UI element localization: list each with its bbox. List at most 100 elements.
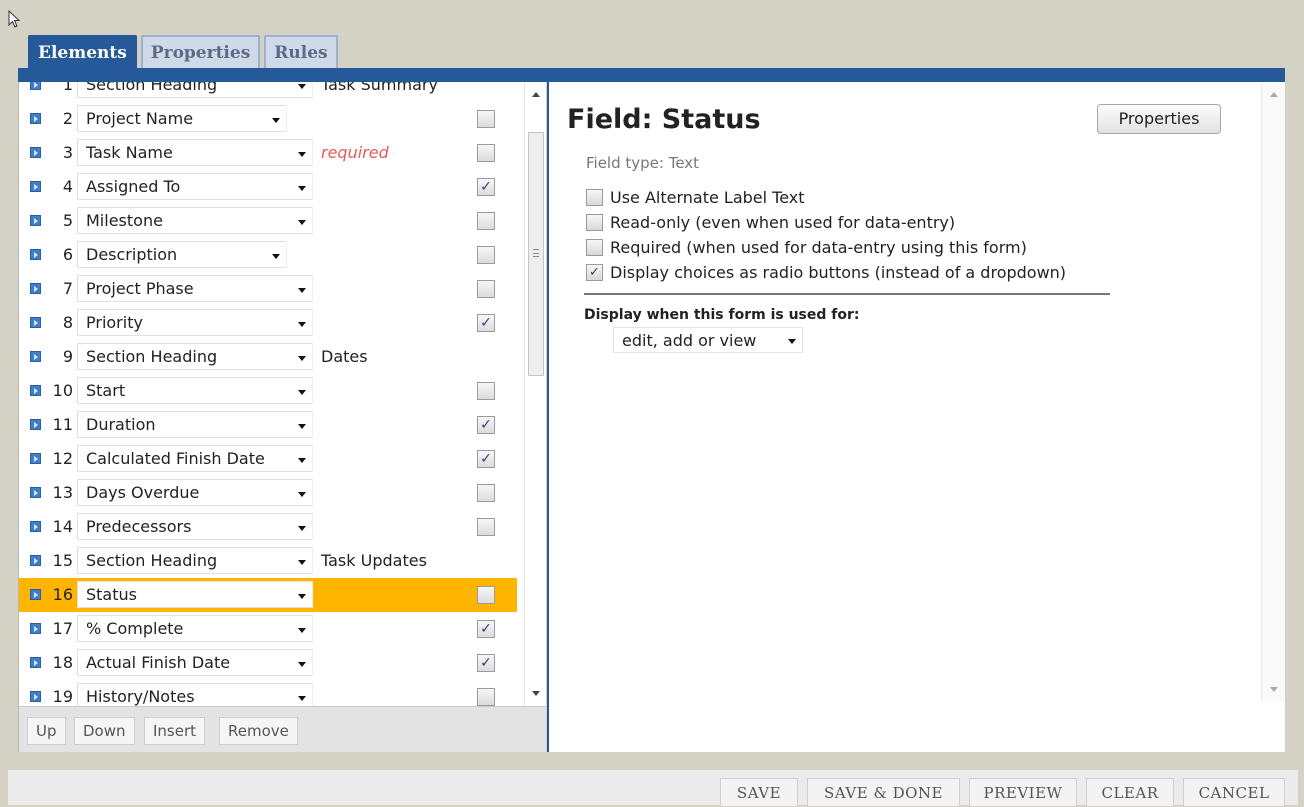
field-select[interactable]: Start <box>77 377 313 404</box>
tab-rules[interactable]: Rules <box>264 35 338 69</box>
required-checkbox[interactable] <box>586 239 603 256</box>
element-row[interactable]: 19 History/Notes <box>19 680 517 706</box>
element-row[interactable]: 12 Calculated Finish Date ✓ <box>19 442 517 476</box>
expand-arrow-icon[interactable] <box>30 657 41 668</box>
field-select[interactable]: Project Name <box>77 105 287 132</box>
field-select-value: Predecessors <box>86 517 192 536</box>
field-select[interactable]: Predecessors <box>77 513 313 540</box>
expand-arrow-icon[interactable] <box>30 589 41 600</box>
element-row[interactable]: 1 Section Heading Task Summary <box>19 82 517 102</box>
element-row[interactable]: 13 Days Overdue <box>19 476 517 510</box>
up-button[interactable]: Up <box>27 717 66 745</box>
row-checkbox[interactable] <box>477 688 495 706</box>
expand-arrow-icon[interactable] <box>30 691 41 702</box>
expand-arrow-icon[interactable] <box>30 487 41 498</box>
insert-button[interactable]: Insert <box>144 717 206 745</box>
expand-arrow-icon[interactable] <box>30 453 41 464</box>
row-checkbox[interactable]: ✓ <box>477 178 495 196</box>
field-select[interactable]: Section Heading <box>77 343 313 370</box>
element-row[interactable]: 11 Duration ✓ <box>19 408 517 442</box>
element-row[interactable]: 2 Project Name <box>19 102 517 136</box>
properties-scrollbar[interactable] <box>1261 82 1285 702</box>
cancel-button[interactable]: CANCEL <box>1183 778 1285 806</box>
field-select[interactable]: History/Notes <box>77 683 313 706</box>
field-select[interactable]: Project Phase <box>77 275 313 302</box>
field-select[interactable]: Actual Finish Date <box>77 649 313 676</box>
expand-arrow-icon[interactable] <box>30 249 41 260</box>
row-checkbox[interactable] <box>477 484 495 502</box>
expand-arrow-icon[interactable] <box>30 351 41 362</box>
element-row[interactable]: 8 Priority ✓ <box>19 306 517 340</box>
element-row[interactable]: 18 Actual Finish Date ✓ <box>19 646 517 680</box>
row-checkbox[interactable]: ✓ <box>477 416 495 434</box>
field-select[interactable]: Priority <box>77 309 313 336</box>
row-checkbox[interactable]: ✓ <box>477 314 495 332</box>
row-checkbox[interactable] <box>477 144 495 162</box>
field-select[interactable]: Calculated Finish Date <box>77 445 313 472</box>
field-select[interactable]: Section Heading <box>77 82 313 98</box>
field-select[interactable]: Task Name <box>77 139 313 166</box>
element-row[interactable]: 16 Status <box>19 578 517 612</box>
properties-button[interactable]: Properties <box>1097 104 1221 134</box>
element-row[interactable]: 4 Assigned To ✓ <box>19 170 517 204</box>
field-select[interactable]: Days Overdue <box>77 479 313 506</box>
field-select[interactable]: Description <box>77 241 287 268</box>
row-checkbox[interactable]: ✓ <box>477 620 495 638</box>
scroll-up-arrow-icon[interactable] <box>532 92 540 97</box>
field-select[interactable]: Section Heading <box>77 547 313 574</box>
row-checkbox[interactable] <box>477 518 495 536</box>
scroll-down-arrow-icon[interactable] <box>532 691 540 696</box>
row-checkbox[interactable]: ✓ <box>477 450 495 468</box>
expand-arrow-icon[interactable] <box>30 113 41 124</box>
element-row[interactable]: 9 Section Heading Dates <box>19 340 517 374</box>
save-button[interactable]: SAVE <box>720 778 798 806</box>
row-checkbox[interactable] <box>477 212 495 230</box>
field-select[interactable]: Assigned To <box>77 173 313 200</box>
row-checkbox[interactable]: ✓ <box>477 654 495 672</box>
row-checkbox[interactable] <box>477 382 495 400</box>
tab-properties[interactable]: Properties <box>140 35 261 69</box>
element-row[interactable]: 10 Start <box>19 374 517 408</box>
element-row[interactable]: 17 % Complete ✓ <box>19 612 517 646</box>
field-select[interactable]: Duration <box>77 411 313 438</box>
field-select[interactable]: Status <box>77 581 313 608</box>
expand-arrow-icon[interactable] <box>30 317 41 328</box>
tab-elements[interactable]: Elements <box>28 35 137 69</box>
expand-arrow-icon[interactable] <box>30 623 41 634</box>
remove-button[interactable]: Remove <box>219 717 298 745</box>
expand-arrow-icon[interactable] <box>30 419 41 430</box>
expand-arrow-icon[interactable] <box>30 82 41 90</box>
expand-arrow-icon[interactable] <box>30 521 41 532</box>
down-button[interactable]: Down <box>74 717 135 745</box>
element-row[interactable]: 3 Task Name required <box>19 136 517 170</box>
element-row[interactable]: 6 Description <box>19 238 517 272</box>
element-row[interactable]: 5 Milestone <box>19 204 517 238</box>
field-select[interactable]: % Complete <box>77 615 313 642</box>
save-and-done-button[interactable]: SAVE & DONE <box>807 778 960 806</box>
expand-arrow-icon[interactable] <box>30 215 41 226</box>
row-checkbox[interactable] <box>477 110 495 128</box>
element-row[interactable]: 15 Section Heading Task Updates <box>19 544 517 578</box>
scrollbar-thumb[interactable] <box>528 132 544 376</box>
chevron-down-icon <box>272 254 280 259</box>
alternate-label-checkbox[interactable] <box>586 189 603 206</box>
element-row[interactable]: 7 Project Phase <box>19 272 517 306</box>
element-row[interactable]: 14 Predecessors <box>19 510 517 544</box>
display-when-select[interactable]: edit, add or view <box>613 327 803 353</box>
row-checkbox[interactable] <box>477 586 495 604</box>
preview-button[interactable]: PREVIEW <box>969 778 1077 806</box>
expand-arrow-icon[interactable] <box>30 181 41 192</box>
expand-arrow-icon[interactable] <box>30 385 41 396</box>
field-select[interactable]: Milestone <box>77 207 313 234</box>
radio-buttons-checkbox[interactable]: ✓ <box>586 264 603 281</box>
elements-scrollbar[interactable] <box>524 82 546 706</box>
row-checkbox[interactable] <box>477 246 495 264</box>
scroll-down-arrow-icon[interactable] <box>1270 687 1278 692</box>
read-only-checkbox[interactable] <box>586 214 603 231</box>
row-checkbox[interactable] <box>477 280 495 298</box>
expand-arrow-icon[interactable] <box>30 283 41 294</box>
clear-button[interactable]: CLEAR <box>1086 778 1174 806</box>
scroll-up-arrow-icon[interactable] <box>1270 92 1278 97</box>
expand-arrow-icon[interactable] <box>30 147 41 158</box>
expand-arrow-icon[interactable] <box>30 555 41 566</box>
